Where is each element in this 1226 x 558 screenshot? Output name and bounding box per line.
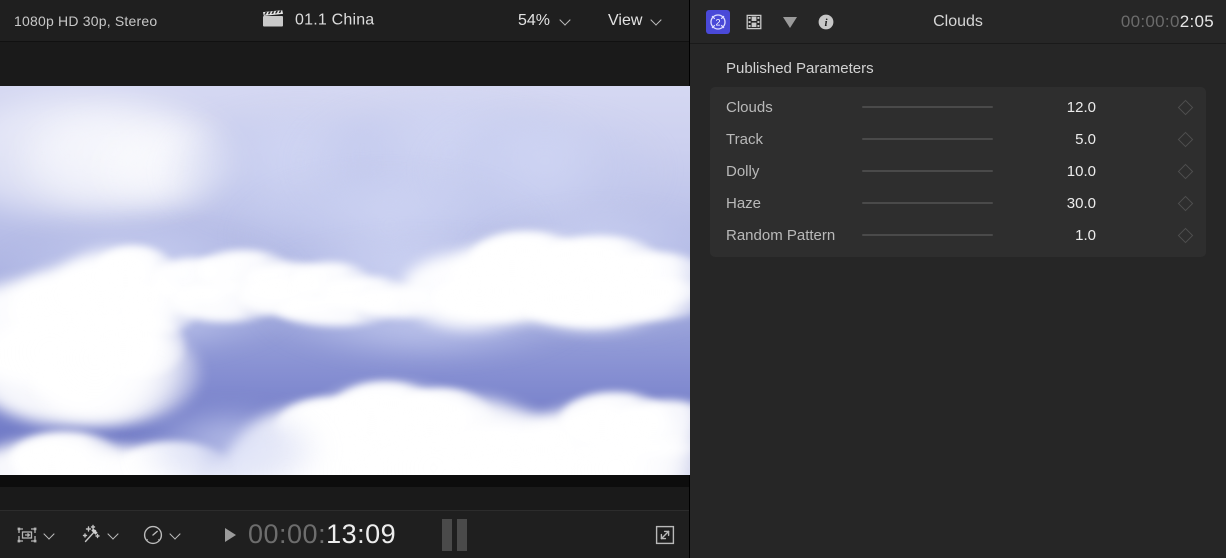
inspector-timecode-dim: 00:00:0 — [1120, 11, 1180, 31]
parameter-row-track: Track 5.0 — [710, 123, 1206, 155]
zoom-level-label: 54% — [518, 11, 551, 29]
parameter-value[interactable]: 5.0 — [1010, 131, 1096, 148]
chevron-down-icon — [561, 15, 572, 26]
chevron-down-icon — [109, 529, 120, 540]
keyframe-diamond-icon[interactable] — [1174, 192, 1196, 214]
clip-format-label: 1080p HD 30p, Stereo — [14, 12, 158, 29]
parameter-slider-clouds[interactable] — [862, 97, 993, 117]
slider-track — [862, 234, 993, 236]
play-triangle-icon[interactable] — [225, 527, 236, 542]
parameter-value[interactable]: 30.0 — [1010, 195, 1096, 212]
viewer-stage — [0, 86, 690, 487]
chevron-down-icon — [45, 529, 56, 540]
keyframe-diamond-icon[interactable] — [1174, 96, 1196, 118]
inspector-header: 2 i Clouds 00:00:02:05 — [690, 0, 1226, 44]
inspector-body: Published Parameters Clouds 12.0 Track 5… — [690, 44, 1226, 257]
circled-two-generator-icon: 2 — [710, 13, 726, 30]
clip-name-label: 01.1 China — [295, 11, 375, 29]
parameter-value[interactable]: 10.0 — [1010, 163, 1096, 180]
published-parameters-list: Clouds 12.0 Track 5.0 Dolly 10.0 Haze 30… — [710, 87, 1206, 257]
parameter-value[interactable]: 1.0 — [1010, 227, 1096, 244]
svg-text:2: 2 — [715, 17, 720, 27]
inspector-tab-clip[interactable] — [742, 10, 766, 34]
crop-transform-icon — [14, 522, 40, 548]
final-cut-pro-window: 1080p HD 30p, Stereo 01.1 China 54% View… — [0, 0, 1226, 558]
info-circle-icon: i — [818, 14, 834, 29]
clouds-sky-preview[interactable] — [0, 86, 690, 475]
slider-knob[interactable] — [888, 99, 905, 116]
slider-knob[interactable] — [925, 163, 942, 180]
film-strip-icon — [746, 14, 762, 29]
inspector-timecode-bright: 2:05 — [1179, 11, 1214, 31]
parameter-row-dolly: Dolly 10.0 — [710, 155, 1206, 187]
viewer-bottom-toolbar: 00:00:13:09 — [0, 510, 689, 558]
keyframe-diamond-icon[interactable] — [1174, 224, 1196, 246]
chevron-down-icon — [652, 15, 663, 26]
keyframe-diamond-icon[interactable] — [1174, 160, 1196, 182]
viewer-timecode[interactable]: 00:00:13:09 — [248, 519, 396, 550]
slider-knob[interactable] — [895, 195, 912, 212]
triangle-video-icon — [783, 16, 797, 28]
retime-tool-menu[interactable] — [140, 522, 182, 548]
slider-knob[interactable] — [862, 131, 879, 148]
inspector-pane: 2 i Clouds 00:00:02:05 Published Paramet… — [690, 0, 1226, 558]
parameter-row-random-pattern: Random Pattern 1.0 — [710, 219, 1206, 251]
viewer-timecode-bright: 13:09 — [326, 519, 397, 549]
transform-tool-menu[interactable] — [14, 522, 56, 548]
keyframe-diamond-icon[interactable] — [1174, 128, 1196, 150]
expand-fullscreen-icon[interactable] — [652, 522, 678, 548]
inspector-tab-info[interactable]: i — [814, 10, 838, 34]
inspector-timecode[interactable]: 00:00:02:05 — [1121, 12, 1214, 32]
view-menu[interactable]: View — [608, 12, 663, 30]
viewer-upper-letterbox — [0, 42, 689, 86]
parameter-slider-dolly[interactable] — [862, 161, 993, 181]
slider-track — [862, 202, 993, 204]
parameter-label: Random Pattern — [726, 226, 836, 244]
magic-wand-icon — [78, 522, 104, 548]
audio-meter-icon[interactable] — [442, 518, 467, 551]
parameter-label: Haze — [726, 194, 762, 212]
inspector-tab-bar: 2 i — [706, 9, 838, 34]
viewer-lower-letterbox — [0, 487, 689, 510]
parameter-label: Clouds — [726, 98, 773, 116]
slider-knob[interactable] — [857, 227, 874, 244]
parameter-row-clouds: Clouds 12.0 — [710, 91, 1206, 123]
current-clip-indicator[interactable]: 01.1 China — [262, 9, 374, 32]
inspector-tab-generator[interactable]: 2 — [706, 9, 730, 34]
playhead-timecode-group[interactable]: 00:00:13:09 — [225, 519, 396, 550]
viewer-timecode-dim: 00:00: — [248, 519, 327, 549]
speed-gauge-icon — [140, 522, 166, 548]
parameter-slider-random-pattern[interactable] — [862, 225, 993, 245]
slider-track — [862, 106, 993, 108]
zoom-level-menu[interactable]: 54% — [518, 12, 572, 30]
slider-track — [862, 138, 993, 140]
parameter-slider-track[interactable] — [862, 129, 993, 149]
effects-tool-menu[interactable] — [78, 522, 120, 548]
clapperboard-icon — [262, 9, 284, 32]
viewer-top-bar: 1080p HD 30p, Stereo 01.1 China 54% View — [0, 0, 689, 42]
viewer-pane: 1080p HD 30p, Stereo 01.1 China 54% View… — [0, 0, 690, 558]
parameter-label: Track — [726, 130, 763, 148]
view-menu-label: View — [608, 11, 643, 29]
parameter-label: Dolly — [726, 162, 760, 180]
chevron-down-icon — [171, 529, 182, 540]
parameter-row-haze: Haze 30.0 — [710, 187, 1206, 219]
parameter-value[interactable]: 12.0 — [1010, 99, 1096, 116]
inspector-tab-video[interactable] — [778, 10, 802, 34]
parameter-slider-haze[interactable] — [862, 193, 993, 213]
published-parameters-heading: Published Parameters — [726, 60, 874, 77]
